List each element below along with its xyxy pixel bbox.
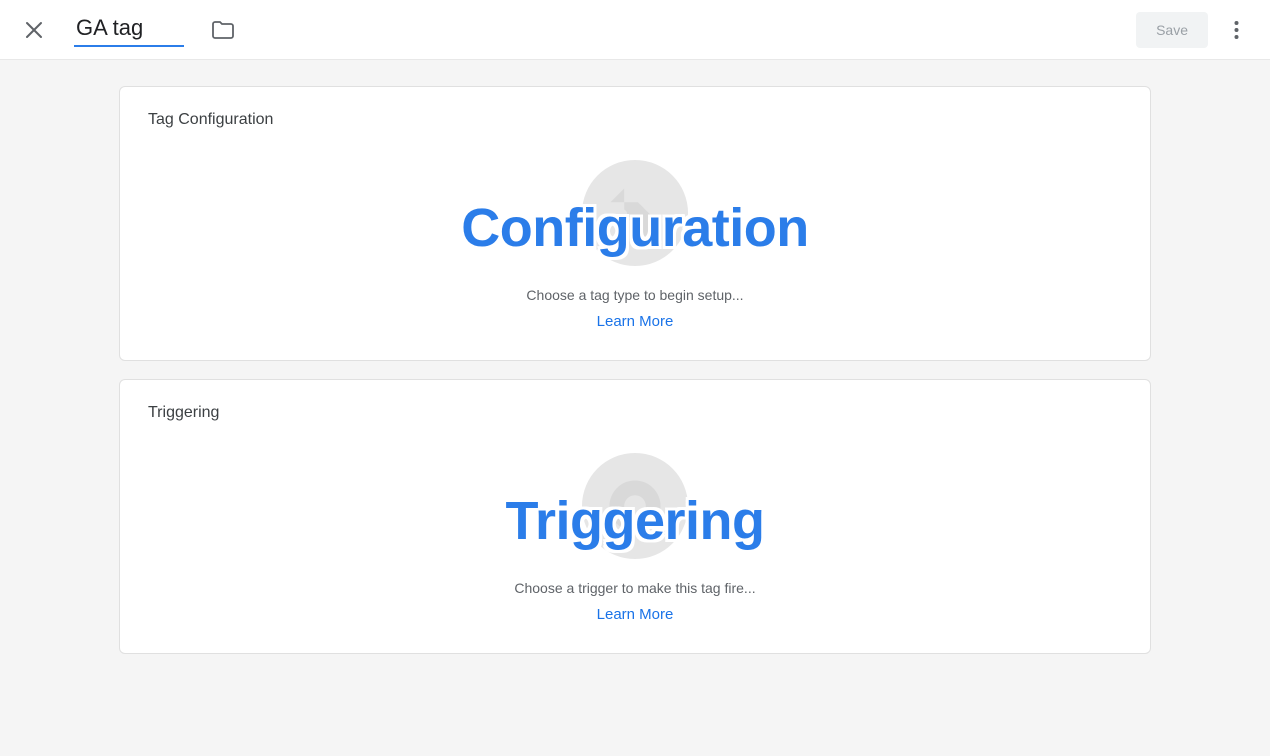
tag-configuration-card[interactable]: Tag Configuration Configuration Choose a… [119,86,1151,361]
learn-more-link[interactable]: Learn More [597,313,674,330]
learn-more-link[interactable]: Learn More [597,606,674,623]
editor-canvas: Tag Configuration Configuration Choose a… [0,60,1270,756]
more-vertical-icon [1234,20,1239,40]
card-title: Tag Configuration [148,111,1122,129]
close-icon [25,21,43,39]
card-body: Triggering Choose a trigger to make this… [148,434,1122,623]
more-menu-button[interactable] [1222,16,1250,44]
card-title: Triggering [148,404,1122,422]
tag-name-input[interactable] [74,13,184,47]
folder-icon [212,21,234,39]
close-button[interactable] [20,16,48,44]
folder-button[interactable] [210,17,236,43]
card-hint: Choose a trigger to make this tag fire..… [514,580,755,596]
triggering-card[interactable]: Triggering Triggering Choose a trigger t… [119,379,1151,654]
card-hint: Choose a tag type to begin setup... [526,287,743,303]
trigger-placeholder-icon [581,452,689,560]
tag-placeholder-icon [581,159,689,267]
save-button[interactable]: Save [1136,12,1208,48]
top-bar: Save [0,0,1270,60]
card-body: Configuration Choose a tag type to begin… [148,141,1122,330]
